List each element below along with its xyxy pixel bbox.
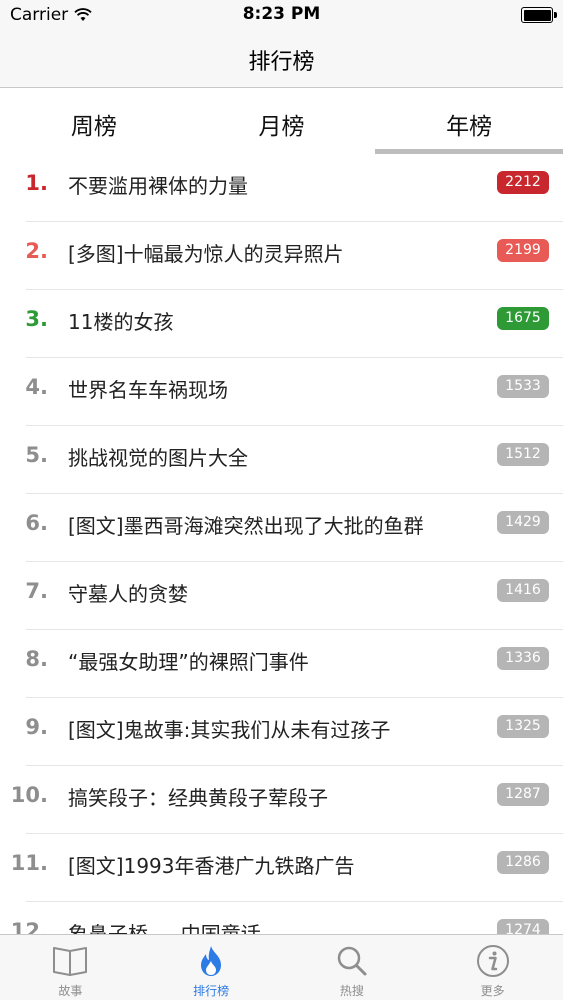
list-item[interactable]: 3. 11楼的女孩 1675	[0, 290, 563, 358]
rank-number: 6.	[25, 511, 48, 535]
status-time: 8:23 PM	[242, 4, 321, 24]
list-item[interactable]: 10. 搞笑段子：经典黄段子荤段子 1287	[0, 766, 563, 834]
story-title: [多图]十幅最为惊人的灵异照片	[68, 242, 344, 266]
rank-number: 2.	[25, 239, 48, 263]
list-item[interactable]: 9. [图文]鬼故事:其实我们从未有过孩子 1325	[0, 698, 563, 766]
view-count-badge: 1512	[497, 443, 549, 466]
rank-number: 8.	[25, 647, 48, 671]
info-icon	[476, 945, 509, 977]
view-count-badge: 2212	[497, 171, 549, 194]
tab-weekly[interactable]: 周榜	[0, 88, 188, 154]
tab-bar-label: 排行榜	[193, 984, 230, 998]
story-title: 11楼的女孩	[68, 310, 174, 334]
rank-number: 7.	[25, 579, 48, 603]
view-count-badge: 1416	[497, 579, 549, 602]
view-count-badge: 1286	[497, 851, 549, 874]
navigation-bar: 排行榜	[0, 30, 563, 88]
story-title: 守墓人的贪婪	[68, 582, 188, 606]
rank-number: 11.	[10, 851, 48, 875]
view-count-badge: 1336	[497, 647, 549, 670]
story-title: [图文]鬼故事:其实我们从未有过孩子	[68, 718, 391, 742]
rank-number: 3.	[25, 307, 48, 331]
story-title: 挑战视觉的图片大全	[68, 446, 248, 470]
story-title: 搞笑段子：经典黄段子荤段子	[68, 786, 328, 810]
view-count-badge: 1325	[497, 715, 549, 738]
tab-weekly-label: 周榜	[70, 114, 117, 140]
tab-bar-item-hot-search[interactable]: 热搜	[282, 935, 423, 1000]
list-item[interactable]: 6. [图文]墨西哥海滩突然出现了大批的鱼群 1429	[0, 494, 563, 562]
story-title: [图文]1993年香港广九铁路广告	[68, 854, 355, 878]
list-item[interactable]: 7. 守墓人的贪婪 1416	[0, 562, 563, 630]
search-icon	[337, 946, 367, 976]
story-title: 不要滥用裸体的力量	[68, 174, 248, 198]
ranking-list[interactable]: 1. 不要滥用裸体的力量 2212 2. [多图]十幅最为惊人的灵异照片 219…	[0, 154, 563, 934]
list-item[interactable]: 1. 不要滥用裸体的力量 2212	[0, 154, 563, 222]
book-icon	[53, 947, 88, 976]
status-bar: Carrier 8:23 PM	[0, 0, 563, 30]
list-item[interactable]: 2. [多图]十幅最为惊人的灵异照片 2199	[0, 222, 563, 290]
rank-number: 4.	[25, 375, 48, 399]
tab-bar-label: 故事	[58, 984, 83, 998]
story-title: “最强女助理”的裸照门事件	[68, 650, 309, 674]
story-title: [图文]墨西哥海滩突然出现了大批的鱼群	[68, 514, 424, 538]
view-count-badge: 1533	[497, 375, 549, 398]
tab-bar-item-stories[interactable]: 故事	[0, 935, 141, 1000]
rank-number: 1.	[25, 171, 48, 195]
view-count-badge: 2199	[497, 239, 549, 262]
list-item[interactable]: 8. “最强女助理”的裸照门事件 1336	[0, 630, 563, 698]
story-title: 象鼻子桥 — 中国童话	[68, 922, 261, 934]
tab-yearly[interactable]: 年榜	[375, 88, 563, 154]
view-count-badge: 1675	[497, 307, 549, 330]
tab-bar-item-more[interactable]: 更多	[422, 935, 563, 1000]
tab-monthly[interactable]: 月榜	[188, 88, 376, 154]
view-count-badge: 1287	[497, 783, 549, 806]
story-title: 世界名车车祸现场	[68, 378, 228, 402]
rank-number: 9.	[25, 715, 48, 739]
tab-bar-label: 更多	[480, 984, 505, 998]
bottom-tab-bar: 故事 排行榜 热搜 更多	[0, 934, 563, 1000]
rank-number: 10.	[10, 783, 48, 807]
list-item[interactable]: 5. 挑战视觉的图片大全 1512	[0, 426, 563, 494]
rank-number: 5.	[25, 443, 48, 467]
tab-yearly-label: 年榜	[446, 114, 493, 140]
view-count-badge: 1274	[497, 919, 549, 934]
battery-icon	[521, 7, 557, 23]
ranking-period-tabs: 周榜 月榜 年榜	[0, 88, 563, 154]
page-title: 排行榜	[248, 50, 315, 75]
rank-number: 12.	[10, 919, 48, 934]
tab-bar-item-ranking[interactable]: 排行榜	[141, 935, 282, 1000]
tab-monthly-label: 月榜	[258, 114, 305, 140]
list-item[interactable]: 11. [图文]1993年香港广九铁路广告 1286	[0, 834, 563, 902]
tab-bar-label: 热搜	[339, 984, 364, 998]
view-count-badge: 1429	[497, 511, 549, 534]
list-item[interactable]: 12. 象鼻子桥 — 中国童话 1274	[0, 902, 563, 934]
flame-icon	[201, 946, 222, 976]
list-item[interactable]: 4. 世界名车车祸现场 1533	[0, 358, 563, 426]
